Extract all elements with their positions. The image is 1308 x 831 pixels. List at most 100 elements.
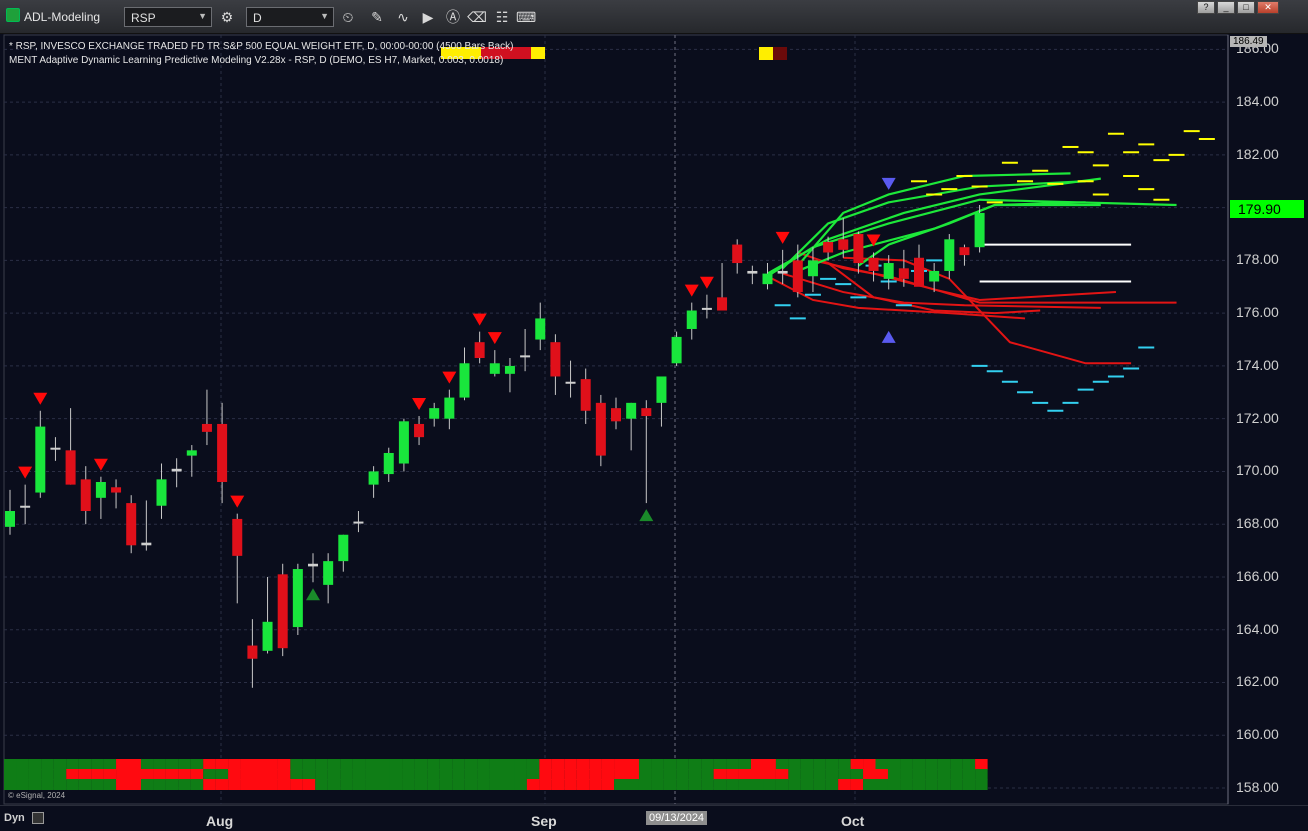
- candle-body[interactable]: [262, 621, 273, 651]
- candle-body[interactable]: [777, 270, 788, 274]
- candle-body[interactable]: [383, 452, 394, 475]
- candle-body[interactable]: [141, 542, 152, 546]
- candle-body[interactable]: [126, 503, 137, 546]
- y-tick-label: 174.00: [1236, 356, 1279, 373]
- signal-bar-top: [850, 759, 864, 770]
- candle-body[interactable]: [474, 342, 485, 359]
- candle-body[interactable]: [186, 450, 197, 456]
- candle-body[interactable]: [520, 355, 531, 358]
- signal-bar-top: [302, 759, 316, 770]
- price-chart[interactable]: [0, 0, 1308, 805]
- signal-bar-bottom: [365, 779, 378, 790]
- signal-bar-bottom: [203, 779, 216, 790]
- candle-body[interactable]: [747, 270, 758, 274]
- signal-bar-top: [427, 759, 440, 770]
- candle-body[interactable]: [80, 479, 91, 512]
- candle-body[interactable]: [656, 376, 667, 403]
- candle-body[interactable]: [338, 534, 349, 562]
- candle-body[interactable]: [217, 423, 228, 482]
- candle-body[interactable]: [232, 518, 243, 556]
- candle-body[interactable]: [535, 318, 546, 340]
- candle-body[interactable]: [641, 408, 652, 417]
- candle-body[interactable]: [95, 481, 106, 498]
- candle-body[interactable]: [838, 239, 849, 250]
- candle-body[interactable]: [414, 423, 425, 438]
- candle-body[interactable]: [444, 397, 455, 419]
- legend-study: MENT Adaptive Dynamic Learning Predictiv…: [9, 55, 504, 66]
- candle-body[interactable]: [807, 260, 818, 277]
- dyn-toggle-icon[interactable]: [32, 812, 44, 824]
- candle-body[interactable]: [565, 381, 576, 384]
- candle-body[interactable]: [504, 365, 515, 374]
- candle-body[interactable]: [974, 212, 985, 248]
- signal-bar-top: [477, 759, 490, 770]
- candle-body[interactable]: [792, 260, 803, 293]
- candle-body[interactable]: [323, 561, 334, 585]
- candle-body[interactable]: [65, 450, 76, 485]
- candle-body[interactable]: [429, 408, 440, 419]
- status-square-yellow: [759, 47, 773, 60]
- signal-bar-middle: [763, 769, 776, 780]
- time-axis[interactable]: Dyn Aug Sep 09/13/2024 Oct: [0, 805, 1308, 831]
- candle-body[interactable]: [701, 307, 712, 310]
- signal-bar-bottom: [564, 779, 577, 790]
- candle-body[interactable]: [35, 426, 46, 493]
- candle-body[interactable]: [156, 479, 167, 506]
- signal-bar-middle: [775, 769, 789, 780]
- candle-body[interactable]: [853, 234, 864, 264]
- candle-body[interactable]: [111, 487, 122, 493]
- signal-bar-middle: [800, 769, 814, 780]
- signal-bar-bottom: [514, 779, 527, 790]
- candle-body[interactable]: [292, 569, 303, 628]
- candle-body[interactable]: [20, 505, 31, 508]
- candle-body[interactable]: [671, 336, 682, 364]
- candle-body[interactable]: [353, 521, 364, 524]
- candle-body[interactable]: [171, 468, 182, 472]
- signal-bar-middle: [539, 769, 552, 780]
- signal-bar-bottom: [489, 779, 503, 790]
- candle-body[interactable]: [550, 342, 561, 377]
- signal-bar-middle: [290, 769, 303, 780]
- signal-bar-middle: [53, 769, 67, 780]
- candle-body[interactable]: [398, 421, 409, 464]
- candle-body[interactable]: [898, 268, 909, 279]
- candle-body[interactable]: [50, 447, 61, 450]
- candle-body[interactable]: [308, 563, 318, 567]
- signal-bar-top: [452, 759, 465, 770]
- candle-body[interactable]: [247, 645, 258, 659]
- signal-bar-middle: [340, 769, 353, 780]
- candle-body[interactable]: [944, 239, 955, 271]
- signal-bar-middle: [838, 769, 851, 780]
- candle-body[interactable]: [580, 379, 591, 411]
- signal-bar-top: [539, 759, 552, 770]
- candle-body[interactable]: [5, 511, 15, 527]
- signal-bar-bottom: [502, 779, 515, 790]
- candle-body[interactable]: [277, 574, 288, 649]
- signal-bar-bottom: [103, 779, 117, 790]
- candle-body[interactable]: [595, 402, 606, 456]
- candle-body[interactable]: [732, 244, 743, 264]
- candle-body[interactable]: [611, 408, 621, 422]
- candle-body[interactable]: [201, 423, 212, 432]
- candle-body[interactable]: [929, 270, 940, 282]
- signal-bar-top: [763, 759, 776, 770]
- candle-body[interactable]: [717, 297, 728, 311]
- signal-bar-top: [377, 759, 390, 770]
- candle-body[interactable]: [489, 363, 500, 374]
- signal-bar-top: [601, 759, 615, 770]
- signal-bar-middle: [738, 769, 752, 780]
- candle-body[interactable]: [686, 310, 697, 329]
- candle-body[interactable]: [368, 471, 379, 485]
- signal-bar-bottom: [178, 779, 191, 790]
- candle-body[interactable]: [914, 257, 924, 287]
- candle-body[interactable]: [959, 247, 970, 256]
- y-tick-label: 170.00: [1236, 462, 1279, 479]
- candle-body[interactable]: [626, 402, 637, 419]
- signal-bar-middle: [601, 769, 615, 780]
- candle-body[interactable]: [868, 257, 879, 271]
- candle-body[interactable]: [823, 241, 834, 253]
- y-tick-label: 168.00: [1236, 515, 1279, 532]
- candle-body[interactable]: [883, 263, 894, 279]
- candle-body[interactable]: [459, 363, 470, 398]
- candle-body[interactable]: [762, 273, 773, 285]
